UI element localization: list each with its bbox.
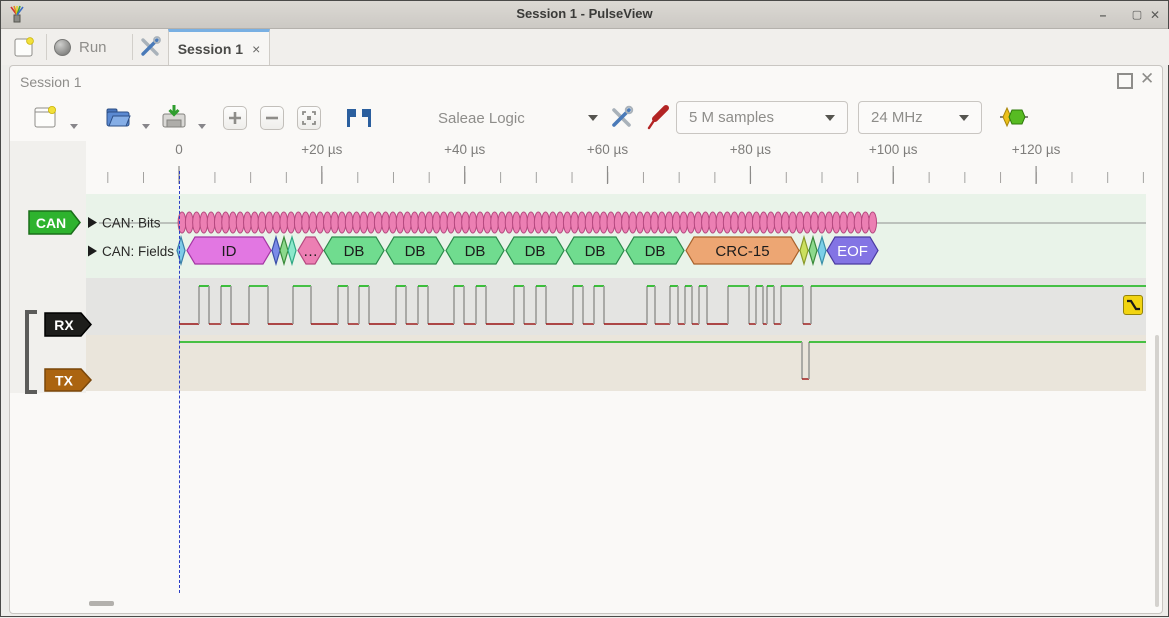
run-button[interactable]: Run: [54, 33, 107, 61]
horizontal-scrollbar[interactable]: [89, 601, 114, 606]
plus-icon: [228, 111, 242, 125]
new-file-icon: [12, 35, 36, 59]
open-dropdown-caret[interactable]: [142, 124, 150, 129]
save-dropdown-caret[interactable]: [198, 124, 206, 129]
sample-count-caret: [825, 115, 835, 121]
wrench-icon: [608, 104, 634, 130]
save-icon: [160, 103, 188, 130]
close-button[interactable]: ✕: [1147, 7, 1163, 23]
maximize-button[interactable]: ▢: [1129, 7, 1145, 23]
title-bar: Session 1 - PulseView – ▢ ✕: [1, 1, 1168, 29]
sample-count-select[interactable]: 5 M samples: [676, 101, 848, 134]
settings-button[interactable]: [138, 35, 162, 64]
falling-edge-icon: [1124, 296, 1142, 314]
cursors-flags-icon: [344, 105, 374, 131]
tab-close-icon[interactable]: ×: [252, 41, 260, 57]
device-select-label: Saleae Logic: [438, 110, 525, 127]
minus-icon: [265, 111, 279, 125]
sample-rate-select[interactable]: 24 MHz: [858, 101, 982, 134]
probe-icon: [646, 103, 672, 131]
decoder-icon: [998, 106, 1030, 128]
zoom-in-button[interactable]: [223, 106, 247, 130]
zoom-out-button[interactable]: [260, 106, 284, 130]
device-select-caret: [588, 115, 598, 121]
pulseview-window: { "window": { "title": "Session 1 - Puls…: [0, 0, 1169, 617]
run-button-label: Run: [79, 39, 107, 56]
dock-close-icon[interactable]: ✕: [1140, 69, 1154, 89]
tab-session-1[interactable]: Session 1 ×: [168, 29, 270, 65]
fit-icon: [302, 111, 316, 125]
run-state-icon: [54, 39, 71, 56]
main-toolbar: Run Session 1 ×: [2, 29, 1169, 65]
session-dock: Session 1 ✕: [9, 65, 1163, 614]
time-cursor[interactable]: [179, 171, 180, 593]
open-folder-icon: [104, 103, 132, 130]
dock-float-button[interactable]: [1117, 73, 1133, 89]
sample-rate-caret: [959, 115, 969, 121]
tab-label: Session 1: [178, 41, 243, 57]
sample-count-label: 5 M samples: [689, 109, 774, 126]
device-select[interactable]: Saleae Logic: [430, 102, 604, 134]
toolbar-separator: [132, 34, 133, 60]
zoom-fit-button[interactable]: [297, 106, 321, 130]
toolbar-separator: [46, 34, 47, 60]
new-view-button[interactable]: [32, 103, 58, 135]
new-view-icon: [32, 103, 58, 130]
add-decoder-button[interactable]: [998, 106, 1030, 133]
save-button[interactable]: [160, 103, 188, 135]
dock-title: Session 1: [20, 74, 81, 90]
vertical-scrollbar[interactable]: [1155, 335, 1159, 607]
open-button[interactable]: [104, 103, 132, 135]
minimize-button[interactable]: –: [1095, 7, 1111, 23]
tools-icon: [138, 35, 162, 59]
sample-rate-label: 24 MHz: [871, 109, 923, 126]
window-title: Session 1 - PulseView: [1, 6, 1168, 21]
channels-button[interactable]: [646, 103, 672, 136]
configure-device-button[interactable]: [608, 104, 634, 135]
show-cursors-button[interactable]: [344, 105, 374, 136]
trigger-marker[interactable]: [1123, 295, 1143, 315]
new-view-dropdown-caret[interactable]: [70, 124, 78, 129]
new-session-button[interactable]: [12, 35, 36, 64]
